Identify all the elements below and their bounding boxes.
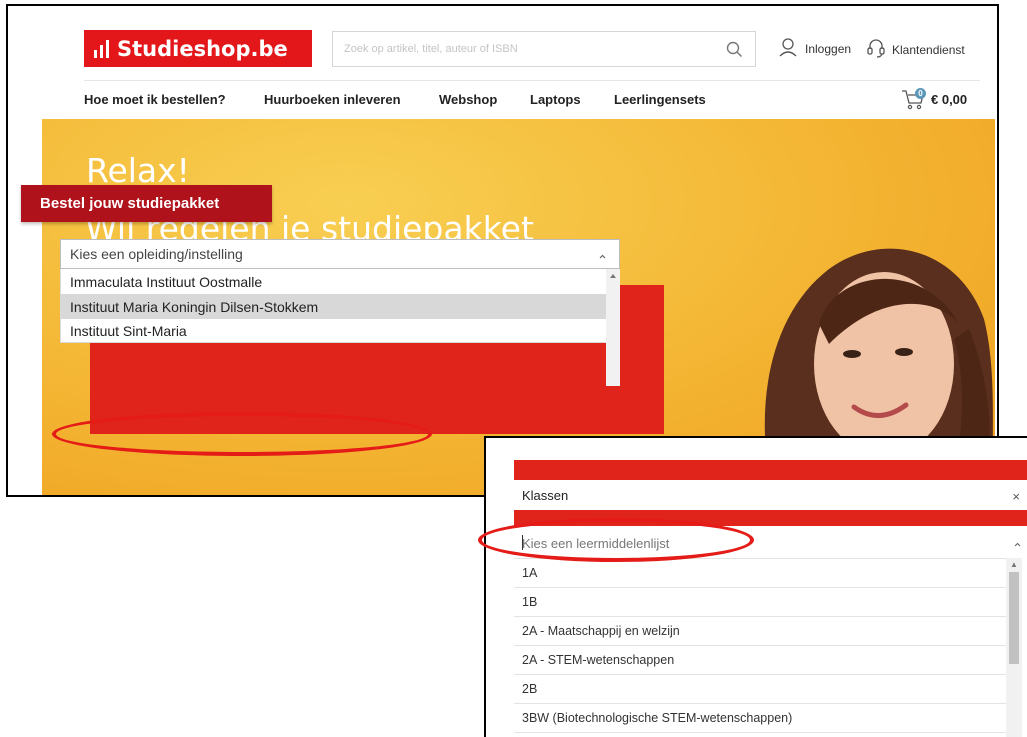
institution-select-placeholder: Kies een opleiding/instelling [70, 246, 243, 262]
list-item[interactable]: Instituut Sint-Maria [61, 319, 619, 342]
nav-return-rental-books[interactable]: Huurboeken inleveren [264, 92, 401, 107]
order-package-tab[interactable]: Bestel jouw studiepakket [21, 185, 272, 222]
institution-dropdown-list: Immaculata Instituut Oostmalle Instituut… [60, 269, 620, 343]
login-link[interactable]: Inloggen [778, 37, 851, 60]
cart-icon: 0 [901, 88, 927, 110]
list-item[interactable]: 2A - STEM-wetenschappen [514, 646, 1006, 675]
nav-divider [84, 80, 980, 81]
list-item[interactable]: 1A [514, 559, 1006, 588]
scrollbar-thumb[interactable] [1009, 572, 1019, 664]
list-item[interactable]: 2B [514, 675, 1006, 704]
nav-laptops[interactable]: Laptops [530, 92, 581, 107]
klassen-header: Klassen × [514, 480, 1027, 510]
highlight-ring-institution [52, 412, 432, 456]
list-item[interactable]: 2A - Maatschappij en welzijn [514, 617, 1006, 646]
institution-list-scrollbar[interactable] [606, 269, 620, 386]
class-selection-screenshot: Klassen × Kies een leermiddelenlijst 1A … [484, 436, 1027, 737]
list-item[interactable]: 1B [514, 588, 1006, 617]
search-icon[interactable] [726, 41, 743, 63]
cart-button[interactable]: 0 € 0,00 [901, 88, 967, 110]
logo-bars-icon [94, 39, 109, 58]
chevron-up-icon[interactable] [598, 248, 607, 264]
headset-icon [867, 37, 885, 62]
list-item[interactable]: 3BW (Biotechnologische STEM-wetenschappe… [514, 704, 1006, 733]
cart-total: € 0,00 [931, 91, 968, 107]
list-item[interactable]: Immaculata Instituut Oostmalle [61, 269, 619, 294]
class-list-scrollbar[interactable]: ▲ [1006, 558, 1022, 737]
search-box[interactable] [332, 31, 756, 67]
nav-student-sets[interactable]: Leerlingensets [614, 92, 706, 107]
scroll-up-arrow-icon[interactable]: ▲ [1010, 560, 1018, 569]
chevron-up-icon[interactable] [1013, 537, 1022, 552]
red-bar-top [514, 460, 1027, 480]
nav-webshop[interactable]: Webshop [439, 92, 497, 107]
class-dropdown-list: 1A 1B 2A - Maatschappij en welzijn 2A - … [514, 558, 1006, 733]
studieshop-logo[interactable]: Studieshop.be [84, 30, 312, 67]
highlight-ring-material-list [478, 518, 754, 562]
login-label: Inloggen [805, 41, 852, 56]
klassen-title: Klassen [522, 487, 569, 503]
institution-select[interactable]: Kies een opleiding/instelling [60, 239, 620, 269]
customer-service-label: Klantendienst [892, 42, 965, 57]
cart-count-badge: 0 [915, 88, 926, 99]
user-icon [778, 37, 798, 60]
scroll-up-arrow-icon[interactable] [606, 270, 620, 282]
nav-how-to-order[interactable]: Hoe moet ik bestellen? [84, 92, 226, 107]
logo-text: Studieshop.be [117, 36, 288, 61]
search-input[interactable] [333, 32, 703, 66]
list-item-highlighted[interactable]: Instituut Maria Koningin Dilsen-Stokkem [61, 294, 619, 319]
close-icon[interactable]: × [1012, 489, 1020, 504]
customer-service-link[interactable]: Klantendienst [867, 37, 965, 62]
